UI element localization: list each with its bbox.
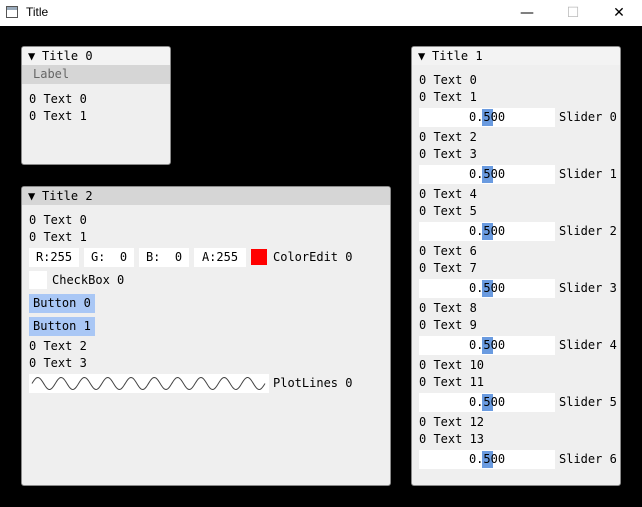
text-item: 0 Text 6 [419, 244, 477, 258]
checkbox-0[interactable] [29, 271, 47, 289]
panel-title-text: Title 2 [42, 189, 93, 203]
slider-1[interactable]: 0.500 [419, 165, 555, 184]
slider-value: 0.500 [468, 224, 506, 238]
text-item: 0 Text 9 [419, 318, 477, 332]
text-item: 0 Text 12 [419, 415, 485, 429]
slider-label: Slider 1 [559, 167, 617, 181]
button-0[interactable]: Button 0 [29, 294, 95, 313]
text-item: 0 Text 1 [29, 230, 87, 244]
text-item: 0 Text 13 [419, 432, 485, 446]
color-r-field[interactable]: R:255 [29, 248, 79, 267]
text-item: 0 Text 0 [29, 213, 87, 227]
minimize-button[interactable]: — [504, 0, 550, 26]
panel-title-0-header[interactable]: ▼ Title 0 [22, 47, 170, 65]
coloredit-label: ColorEdit 0 [273, 250, 353, 264]
text-item: 0 Text 3 [419, 147, 477, 161]
plotlines-label: PlotLines 0 [273, 376, 353, 390]
slider-label: Slider 3 [559, 281, 617, 295]
slider-label: Slider 0 [559, 110, 617, 124]
text-item: 0 Text 8 [419, 301, 477, 315]
app-icon [6, 6, 18, 18]
text-item: 0 Text 7 [419, 261, 477, 275]
panel-title-1-header[interactable]: ▼ Title 1 [412, 47, 620, 65]
window-titlebar[interactable]: Title — ☐ ✕ [0, 0, 642, 26]
slider-value: 0.500 [468, 452, 506, 466]
slider-label: Slider 2 [559, 224, 617, 238]
slider-value: 0.500 [468, 338, 506, 352]
slider-label: Slider 4 [559, 338, 617, 352]
text-item: 0 Text 1 [29, 109, 87, 123]
text-item: 0 Text 4 [419, 187, 477, 201]
panel-title-0[interactable]: ▼ Title 0 Label 0 Text 0 0 Text 1 [21, 46, 171, 165]
text-item: 0 Text 0 [29, 92, 87, 106]
button-1[interactable]: Button 1 [29, 317, 95, 336]
text-item: 0 Text 2 [29, 339, 87, 353]
color-a-field[interactable]: A:255 [194, 248, 246, 267]
color-b-field[interactable]: B: 0 [139, 248, 189, 267]
panel-title-text: Title 1 [432, 49, 483, 63]
panel-title-1[interactable]: ▼ Title 1 0 Text 0 0 Text 1 0.500 Slider 0 0 … [411, 46, 621, 486]
text-item: 0 Text 2 [419, 130, 477, 144]
text-item: 0 Text 0 [419, 73, 477, 87]
slider-value: 0.500 [468, 281, 506, 295]
slider-value: 0.500 [468, 395, 506, 409]
slider-4[interactable]: 0.500 [419, 336, 555, 355]
color-g-field[interactable]: G: 0 [84, 248, 134, 267]
collapse-icon[interactable]: ▼ [28, 187, 42, 205]
color-swatch[interactable] [251, 249, 267, 265]
slider-label: Slider 6 [559, 452, 617, 466]
slider-value: 0.500 [468, 167, 506, 181]
text-item: 0 Text 1 [419, 90, 477, 104]
slider-6[interactable]: 0.500 [419, 450, 555, 469]
text-item: 0 Text 11 [419, 375, 485, 389]
panel-title-2-header[interactable]: ▼ Title 2 [22, 187, 390, 205]
slider-value: 0.500 [468, 110, 506, 124]
close-button[interactable]: ✕ [596, 0, 642, 26]
plot-lines-graph [31, 376, 266, 391]
slider-2[interactable]: 0.500 [419, 222, 555, 241]
plot-lines[interactable] [29, 374, 269, 393]
text-item: 0 Text 5 [419, 204, 477, 218]
text-item: 0 Text 10 [419, 358, 485, 372]
panel-title-2[interactable]: ▼ Title 2 0 Text 0 0 Text 1 R:255 G: 0 B:… [21, 186, 391, 486]
slider-label: Slider 5 [559, 395, 617, 409]
collapse-icon[interactable]: ▼ [28, 47, 42, 65]
label-header[interactable]: Label [22, 65, 170, 84]
slider-3[interactable]: 0.500 [419, 279, 555, 298]
panel-title-text: Title 0 [42, 49, 93, 63]
collapse-icon[interactable]: ▼ [418, 47, 432, 65]
slider-5[interactable]: 0.500 [419, 393, 555, 412]
checkbox-label: CheckBox 0 [52, 273, 125, 287]
text-item: 0 Text 3 [29, 356, 87, 370]
slider-0[interactable]: 0.500 [419, 108, 555, 127]
maximize-button[interactable]: ☐ [550, 0, 596, 26]
window-title: Title [26, 5, 49, 19]
